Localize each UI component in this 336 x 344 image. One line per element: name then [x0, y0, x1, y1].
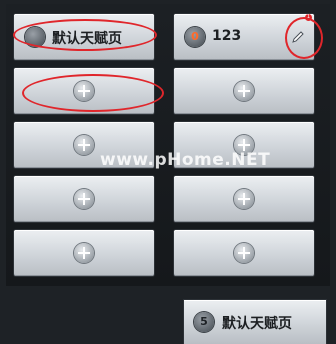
- current-talent-page-button[interactable]: 5 默认天赋页: [184, 300, 326, 344]
- slot-number-icon: 0: [185, 27, 205, 47]
- talent-slot-8[interactable]: [174, 176, 314, 222]
- plus-circle-icon[interactable]: [234, 81, 254, 101]
- edit-badge: 1: [305, 14, 312, 21]
- talent-slot-4[interactable]: [174, 68, 314, 114]
- plus-circle-icon[interactable]: [74, 243, 94, 263]
- talent-slot-7[interactable]: [14, 176, 154, 222]
- watermark-text: www.pHome.NET: [100, 150, 271, 170]
- plus-circle-icon[interactable]: [74, 135, 94, 155]
- plus-circle-icon[interactable]: [74, 189, 94, 209]
- plus-circle-icon[interactable]: [234, 189, 254, 209]
- plus-circle-icon[interactable]: [234, 243, 254, 263]
- footer-label: 默认天赋页: [222, 316, 292, 332]
- talent-slot-10[interactable]: [174, 230, 314, 276]
- highlight-ring-slot-1: [13, 19, 157, 51]
- talent-slot-9[interactable]: [14, 230, 154, 276]
- page-number-icon: 5: [194, 312, 214, 332]
- highlight-ring-edit: [285, 17, 323, 59]
- highlight-ring-slot-3: [22, 74, 164, 112]
- slot-label: 123: [212, 28, 242, 44]
